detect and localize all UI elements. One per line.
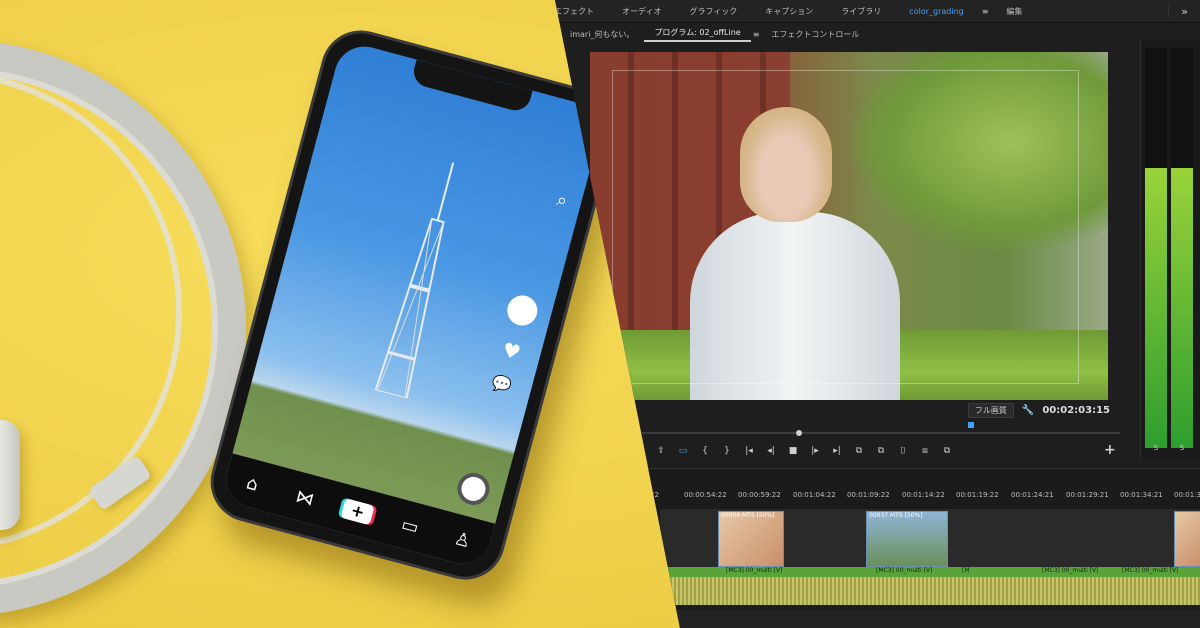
button-editor-add[interactable]: +: [1104, 442, 1116, 458]
solo-left-button[interactable]: S: [1145, 444, 1167, 452]
headphone-earcup: [0, 420, 20, 530]
ruler-tick: 00:01:04:22: [793, 491, 836, 499]
create-button[interactable]: +: [340, 498, 375, 526]
clip-label[interactable]: [MC3] 00_multi [V]: [726, 567, 782, 574]
tv-tower: [374, 162, 455, 400]
smartphone: ⌕ ♥ 💬 ⌂ ⋈ + ▭ ♙: [201, 21, 625, 589]
comment-icon[interactable]: 💬: [489, 372, 513, 396]
solo-right-button[interactable]: S: [1171, 444, 1193, 452]
multicam-track[interactable]: [MC3] 00_multi [V] [MC3] 00_multi [V] [M…: [660, 567, 1200, 577]
scrub-knob[interactable]: [796, 430, 802, 436]
like-icon[interactable]: ♥: [500, 337, 524, 365]
audio-track-empty[interactable]: [660, 609, 1200, 628]
double-chevron-right-icon[interactable]: »: [1168, 4, 1200, 18]
ruler-tick: 00:01:24:21: [1011, 491, 1054, 499]
home-icon[interactable]: ⌂: [235, 470, 269, 498]
ruler-tick: 00:01:29:21: [1066, 491, 1109, 499]
menu-graphics[interactable]: グラフィック: [675, 6, 751, 17]
video-clip[interactable]: 00004.MTS [50%]: [718, 511, 784, 567]
search-icon[interactable]: ⌕: [554, 189, 569, 212]
menu-captions[interactable]: キャプション: [751, 6, 827, 17]
menu-audio[interactable]: オーディオ: [608, 6, 675, 17]
meter-fill-left: [1145, 168, 1167, 448]
hamburger-icon[interactable]: ≡: [751, 30, 762, 39]
ruler-tick: 00:01:39: [1174, 491, 1200, 499]
ruler-tick: 00:01:34:21: [1120, 491, 1163, 499]
insert-icon[interactable]: ⧉: [848, 446, 870, 456]
export-frame-icon[interactable]: ⇪: [650, 446, 672, 456]
monitor-controls: フル画質 🔧 00:02:03:15: [590, 400, 1120, 420]
wrench-icon[interactable]: 🔧: [1022, 405, 1034, 416]
comparison-icon[interactable]: ⧈: [914, 446, 936, 456]
stop-icon[interactable]: ■: [782, 446, 804, 456]
ruler-tick: 00:01:19:22: [956, 491, 999, 499]
step-back-icon[interactable]: ◂|: [760, 446, 782, 456]
video-clip[interactable]: [1174, 511, 1200, 567]
avatar[interactable]: [503, 292, 541, 329]
profile-icon[interactable]: ♙: [445, 526, 479, 554]
audio-track-waveform[interactable]: [660, 577, 1200, 605]
transport-controls: ⇪ ▭ { } |◂ ◂| ■ |▸ ▸| ⧉ ⧉ ⌷ ⧈ ⧉: [650, 442, 970, 460]
program-monitor[interactable]: [590, 52, 1108, 400]
clip-name: 00004.MTS [50%]: [721, 512, 775, 519]
step-forward-icon[interactable]: |▸: [804, 446, 826, 456]
meter-fill-right: [1171, 168, 1193, 448]
ruler-tick: 00:01:09:22: [847, 491, 890, 499]
in-out-marker[interactable]: [968, 422, 974, 428]
menu-libraries[interactable]: ライブラリ: [827, 6, 895, 17]
menu-color-grading[interactable]: color_grading: [895, 7, 977, 16]
scrub-track[interactable]: [600, 432, 1120, 434]
clip-label[interactable]: [MC3] 00_multi [V]: [1042, 567, 1098, 574]
video-track[interactable]: 00004.MTS [50%] 00037.MTS [50%]: [660, 509, 1200, 567]
phone-bottom-nav: ⌂ ⋈ + ▭ ♙: [220, 453, 496, 571]
safe-margins-icon[interactable]: ▭: [672, 446, 694, 456]
playhead-timecode[interactable]: 00:02:03:15: [1042, 405, 1110, 416]
video-clip[interactable]: 00037.MTS [50%]: [866, 511, 948, 567]
time-ruler[interactable]: 22 00:00:54:22 00:00:59:22 00:01:04:22 0…: [560, 487, 1200, 503]
panel-tabbar: imari_何もない。 プログラム: 02_offLine ≡ エフェクトコント…: [560, 26, 1130, 42]
hamburger-icon[interactable]: ≡: [978, 7, 993, 16]
playback-resolution-select[interactable]: フル画質: [967, 402, 1014, 418]
mark-in-icon[interactable]: {: [694, 446, 716, 456]
tab-effect-controls[interactable]: エフェクトコントロール: [761, 29, 869, 40]
stage: ⌕ ♥ 💬 ⌂ ⋈ + ▭ ♙ エフェクト オーディオ グラフィック キャプショ…: [0, 0, 1200, 628]
tab-program[interactable]: プログラム: 02_offLine: [644, 27, 751, 42]
mark-out-icon[interactable]: }: [716, 446, 738, 456]
workspace-menubar: エフェクト オーディオ グラフィック キャプション ライブラリ color_gr…: [555, 0, 1200, 23]
go-to-in-icon[interactable]: |◂: [738, 446, 760, 456]
multicam-icon[interactable]: ⧉: [936, 446, 958, 456]
audio-meters: S S: [1140, 40, 1200, 458]
ruler-tick: 00:01:14:22: [902, 491, 945, 499]
ruler-tick: 00:00:54:22: [684, 491, 727, 499]
tab-source[interactable]: imari_何もない。: [560, 29, 644, 40]
ruler-tick: 00:00:59:22: [738, 491, 781, 499]
clip-label[interactable]: [MC3] 00_multi [V]: [1122, 567, 1178, 574]
phone-notch: [410, 59, 533, 114]
clip-label[interactable]: [M: [962, 567, 970, 574]
clip-name: 00037.MTS [50%]: [869, 512, 923, 519]
audio-meter-right: [1171, 48, 1193, 448]
record-button[interactable]: [453, 469, 494, 509]
menu-edit[interactable]: 編集: [992, 6, 1036, 17]
safe-margin-guide: [612, 70, 1079, 384]
go-to-out-icon[interactable]: ▸|: [826, 446, 848, 456]
camera-icon[interactable]: ⌷: [892, 446, 914, 456]
overwrite-icon[interactable]: ⧉: [870, 446, 892, 456]
inbox-icon[interactable]: ▭: [393, 512, 427, 540]
phone-screen: ⌕ ♥ 💬 ⌂ ⋈ + ▭ ♙: [220, 39, 606, 571]
clip-label[interactable]: [MC3] 00_multi [V]: [876, 567, 932, 574]
audio-meter-left: [1145, 48, 1167, 448]
discover-icon[interactable]: ⋈: [288, 484, 322, 512]
